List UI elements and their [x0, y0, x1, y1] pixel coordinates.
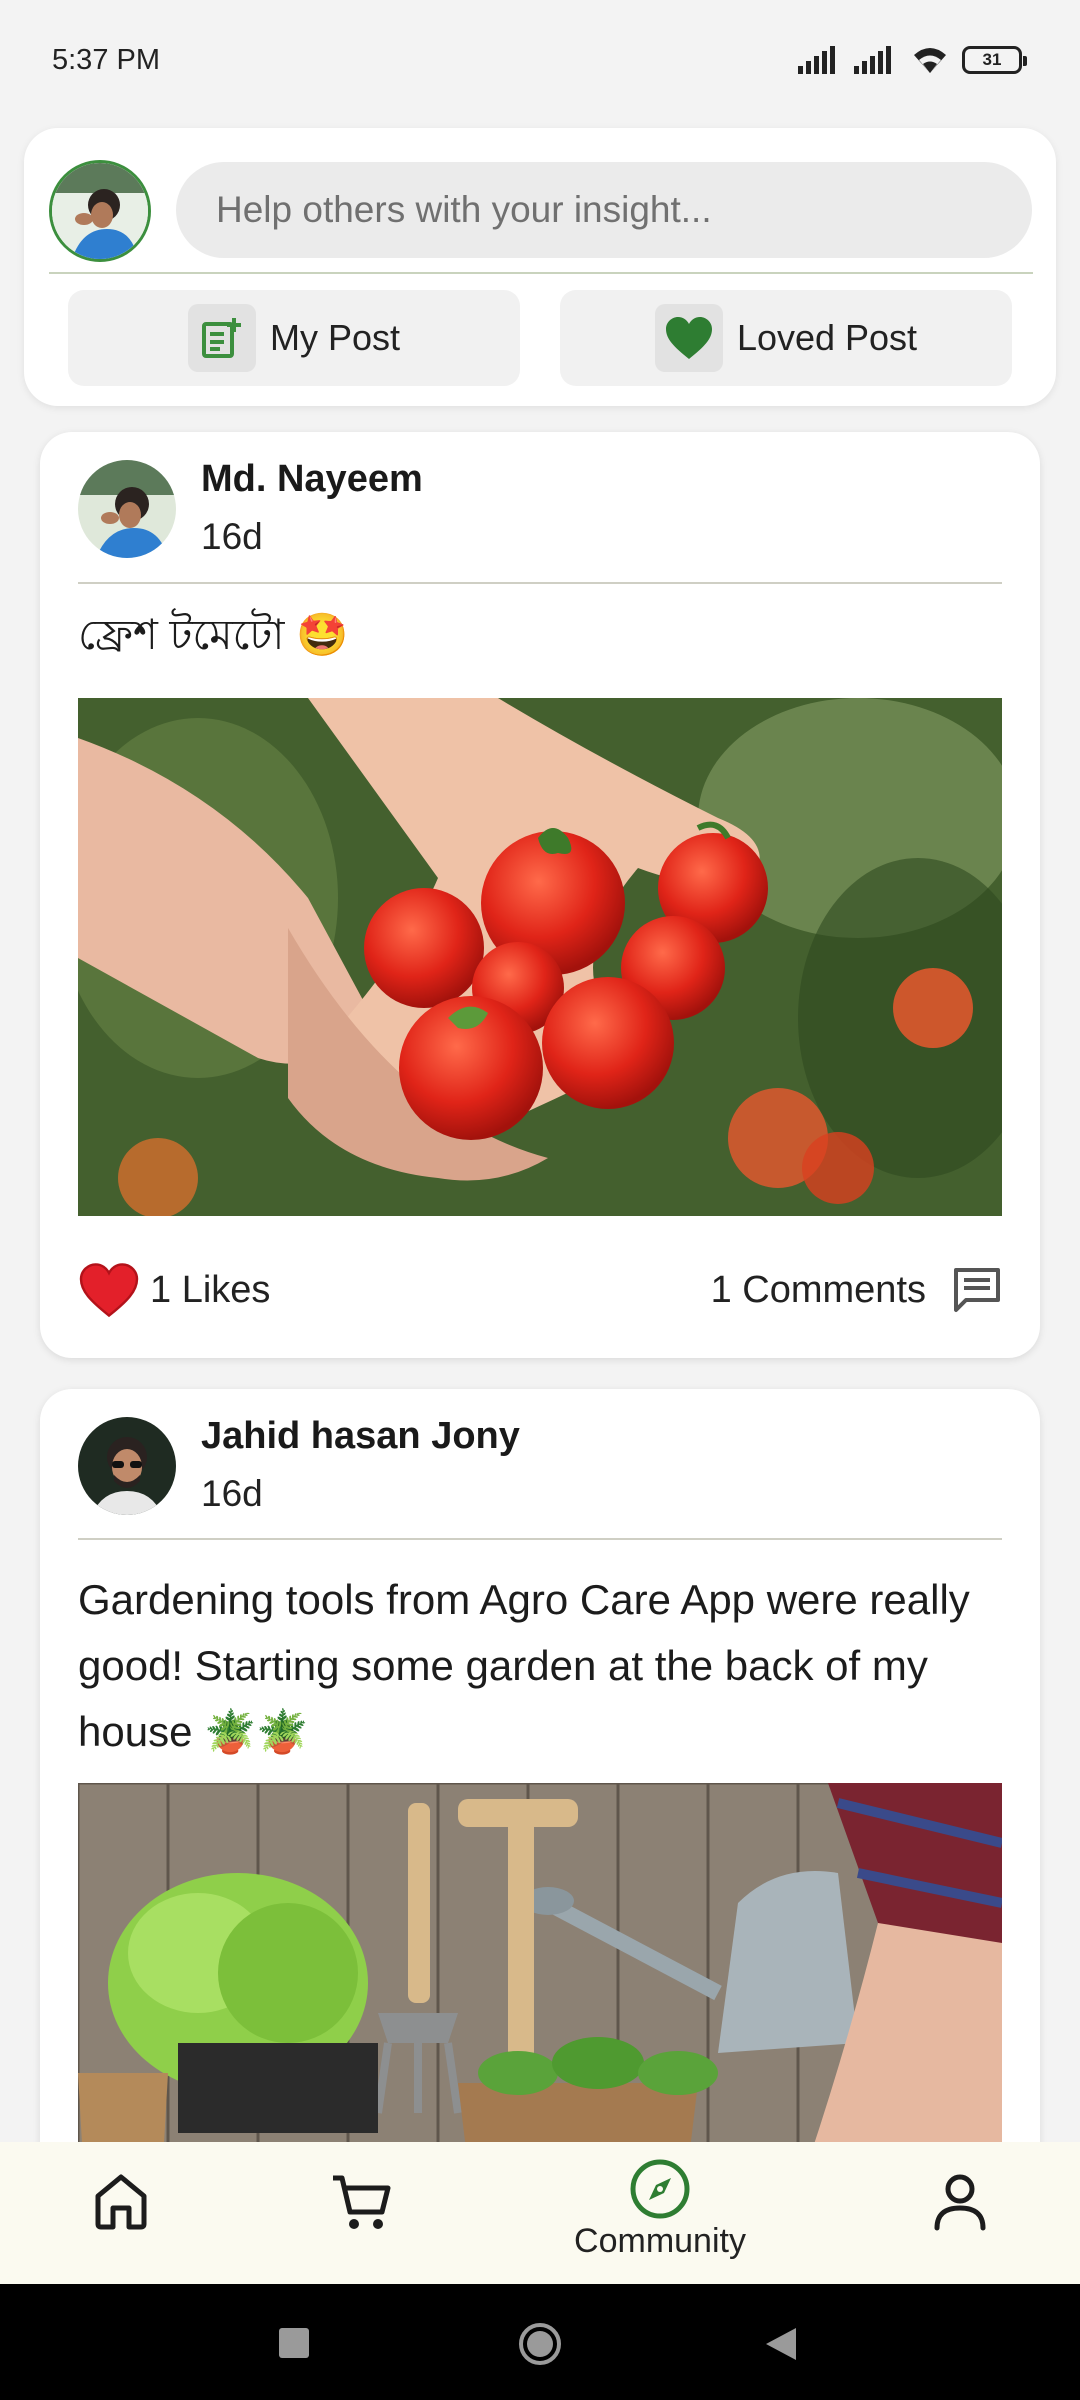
post-divider: [78, 1538, 1002, 1540]
nav-home[interactable]: [92, 2172, 150, 2232]
avatar[interactable]: [78, 1417, 176, 1515]
post-card: Md. Nayeem 16d ফ্রেশ টমেটো 🤩 1 Likes 1 C…: [40, 432, 1040, 1358]
post-divider: [78, 582, 1002, 584]
signal-icon: [854, 46, 891, 74]
status-icons: 31: [798, 45, 1027, 75]
home-button-icon[interactable]: [518, 2322, 562, 2366]
comment-icon: [954, 1268, 1000, 1312]
comments-count: 1 Comments: [710, 1268, 926, 1311]
post-composer: Help others with your insight... My Post…: [24, 128, 1056, 406]
compass-icon: [630, 2159, 690, 2219]
recents-icon[interactable]: [278, 2327, 310, 2359]
bottom-nav: Community: [0, 2142, 1080, 2284]
insight-input[interactable]: Help others with your insight...: [176, 162, 1032, 258]
comments-button[interactable]: 1 Comments: [711, 1266, 1002, 1314]
cart-icon: [333, 2175, 391, 2229]
avatar-image: [78, 460, 176, 558]
likes-count: 1 Likes: [150, 1268, 271, 1311]
home-icon: [95, 2174, 147, 2230]
status-time: 5:37 PM: [52, 43, 160, 76]
post-image[interactable]: [78, 698, 1002, 1216]
wifi-icon: [914, 48, 946, 73]
person-icon: [934, 2174, 986, 2231]
back-icon[interactable]: [764, 2326, 798, 2362]
post-text: ফ্রেশ টমেটো 🤩: [78, 611, 349, 658]
nav-community[interactable]: Community: [560, 2158, 760, 2261]
post-author[interactable]: Md. Nayeem: [201, 458, 423, 501]
post-text: Gardening tools from Agro Care App were …: [78, 1576, 970, 1755]
loved-post-label: Loved Post: [736, 317, 918, 358]
avatar[interactable]: [49, 160, 151, 262]
tomatoes-photo: [78, 698, 1002, 1216]
composer-divider: [49, 272, 1033, 274]
like-button[interactable]: 1 Likes: [78, 1262, 270, 1318]
nav-cart[interactable]: [330, 2172, 392, 2232]
post-author[interactable]: Jahid hasan Jony: [201, 1415, 520, 1458]
battery-icon: 31: [962, 46, 1027, 74]
post-time: 16d: [201, 1473, 263, 1514]
system-nav-bar: [0, 2284, 1080, 2400]
my-post-label: My Post: [269, 317, 401, 358]
nav-profile[interactable]: [932, 2172, 988, 2232]
post-card: Jahid hasan Jony 16d Gardening tools fro…: [40, 1389, 1040, 2249]
avatar[interactable]: [78, 460, 176, 558]
post-time: 16d: [201, 516, 263, 557]
heart-icon: [79, 1263, 139, 1318]
my-post-button[interactable]: My Post: [68, 290, 520, 386]
nav-community-label: Community: [574, 2222, 746, 2260]
heart-icon: [654, 304, 723, 372]
avatar-image: [52, 163, 148, 259]
loved-post-button[interactable]: Loved Post: [560, 290, 1012, 386]
add-post-icon: [187, 304, 256, 372]
status-bar: 5:37 PM 31: [0, 0, 1080, 120]
avatar-image: [78, 1417, 176, 1515]
signal-icon: [798, 46, 835, 74]
post-footer: 1 Likes 1 Comments: [78, 1250, 1002, 1330]
